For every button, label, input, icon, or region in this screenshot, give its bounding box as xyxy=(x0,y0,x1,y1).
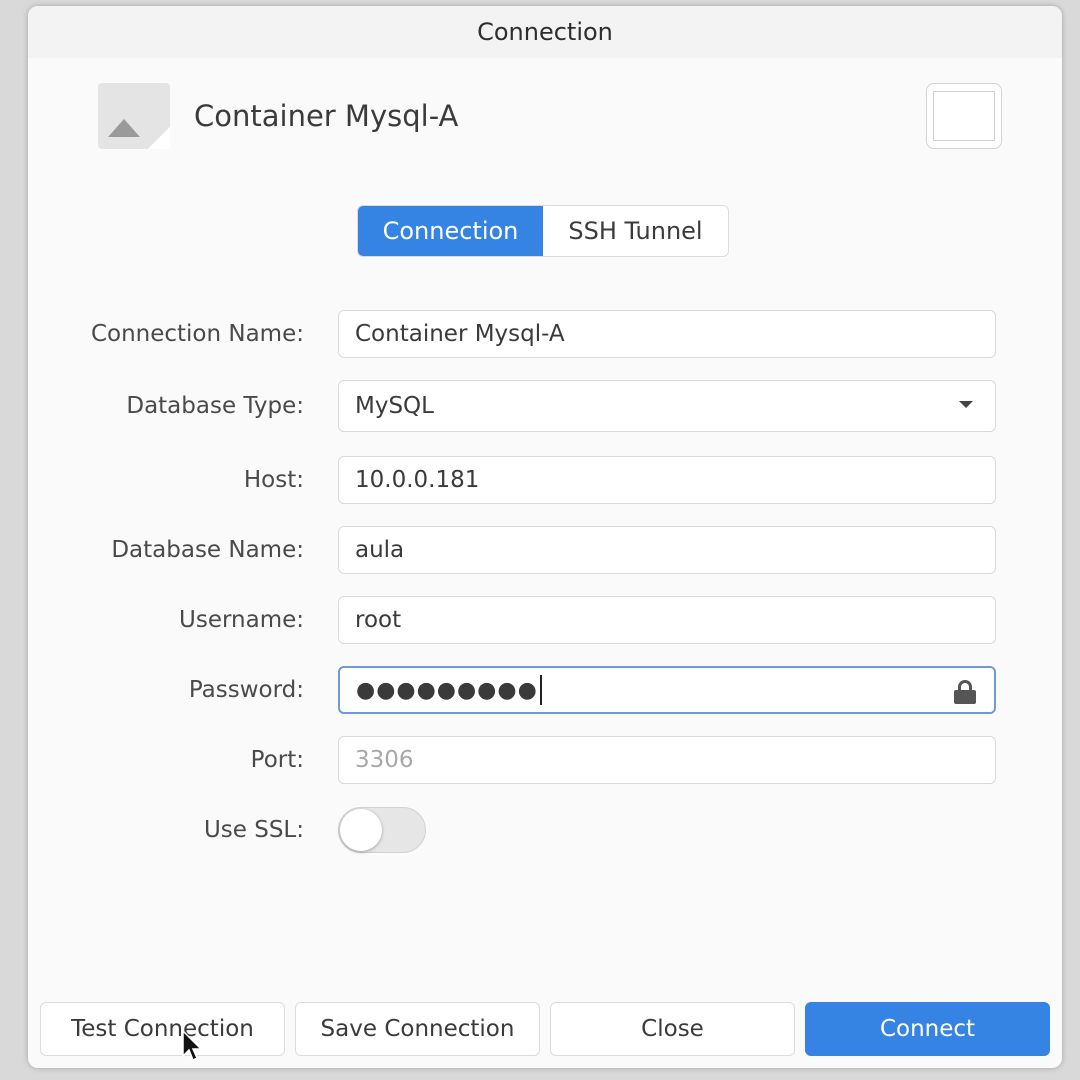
username-value: root xyxy=(355,607,402,633)
host-value: 10.0.0.181 xyxy=(355,467,480,493)
connection-name-row: Connection Name: Container Mysql-A xyxy=(28,310,1062,358)
connection-dialog: Connection Container Mysql-A Connection … xyxy=(28,6,1062,1068)
close-button[interactable]: Close xyxy=(550,1002,795,1056)
text-caret xyxy=(539,675,542,705)
tab-bar: Connection SSH Tunnel xyxy=(357,205,729,257)
connection-header: Container Mysql-A xyxy=(98,80,1002,152)
use-ssl-label: Use SSL: xyxy=(203,817,304,843)
database-name-row: Database Name: aula xyxy=(28,526,1062,574)
database-type-label: Database Type: xyxy=(126,393,304,419)
color-picker-icon[interactable] xyxy=(926,83,1002,149)
host-field[interactable]: 10.0.0.181 xyxy=(338,456,996,504)
port-row: Port: 3306 xyxy=(28,736,1062,784)
password-row: Password: ●●●●●●●●● xyxy=(28,666,1062,714)
username-row: Username: root xyxy=(28,596,1062,644)
connection-name-value: Container Mysql-A xyxy=(355,321,565,347)
port-placeholder: 3306 xyxy=(355,747,414,773)
mouse-cursor-icon xyxy=(182,1029,203,1062)
test-connection-button[interactable]: Test Connection xyxy=(40,1002,285,1056)
password-field[interactable]: ●●●●●●●●● xyxy=(338,666,996,714)
port-label: Port: xyxy=(250,747,304,773)
lock-icon xyxy=(954,680,976,704)
save-connection-button[interactable]: Save Connection xyxy=(295,1002,540,1056)
host-row: Host: 10.0.0.181 xyxy=(28,456,1062,504)
connection-name-field[interactable]: Container Mysql-A xyxy=(338,310,996,358)
database-name-field[interactable]: aula xyxy=(338,526,996,574)
password-value: ●●●●●●●●● xyxy=(356,677,538,703)
connection-title: Container Mysql-A xyxy=(194,99,459,133)
port-field[interactable]: 3306 xyxy=(338,736,996,784)
toggle-knob xyxy=(340,809,382,851)
tab-ssh-tunnel[interactable]: SSH Tunnel xyxy=(543,206,728,256)
database-type-select[interactable]: MySQL xyxy=(338,380,996,432)
connection-name-label: Connection Name: xyxy=(90,321,304,347)
database-name-value: aula xyxy=(355,537,405,563)
host-label: Host: xyxy=(243,467,304,493)
dropdown-arrow-icon xyxy=(959,401,973,408)
database-icon[interactable] xyxy=(98,83,170,149)
use-ssl-row: Use SSL: xyxy=(28,806,1062,854)
database-type-value: MySQL xyxy=(355,393,434,419)
connect-button[interactable]: Connect xyxy=(805,1002,1050,1056)
tab-connection[interactable]: Connection xyxy=(358,206,543,256)
use-ssl-toggle[interactable] xyxy=(338,807,426,853)
password-label: Password: xyxy=(188,677,304,703)
database-name-label: Database Name: xyxy=(111,537,304,563)
database-type-row: Database Type: MySQL xyxy=(28,380,1062,432)
window-title: Connection xyxy=(28,6,1062,58)
username-label: Username: xyxy=(179,607,304,633)
username-field[interactable]: root xyxy=(338,596,996,644)
